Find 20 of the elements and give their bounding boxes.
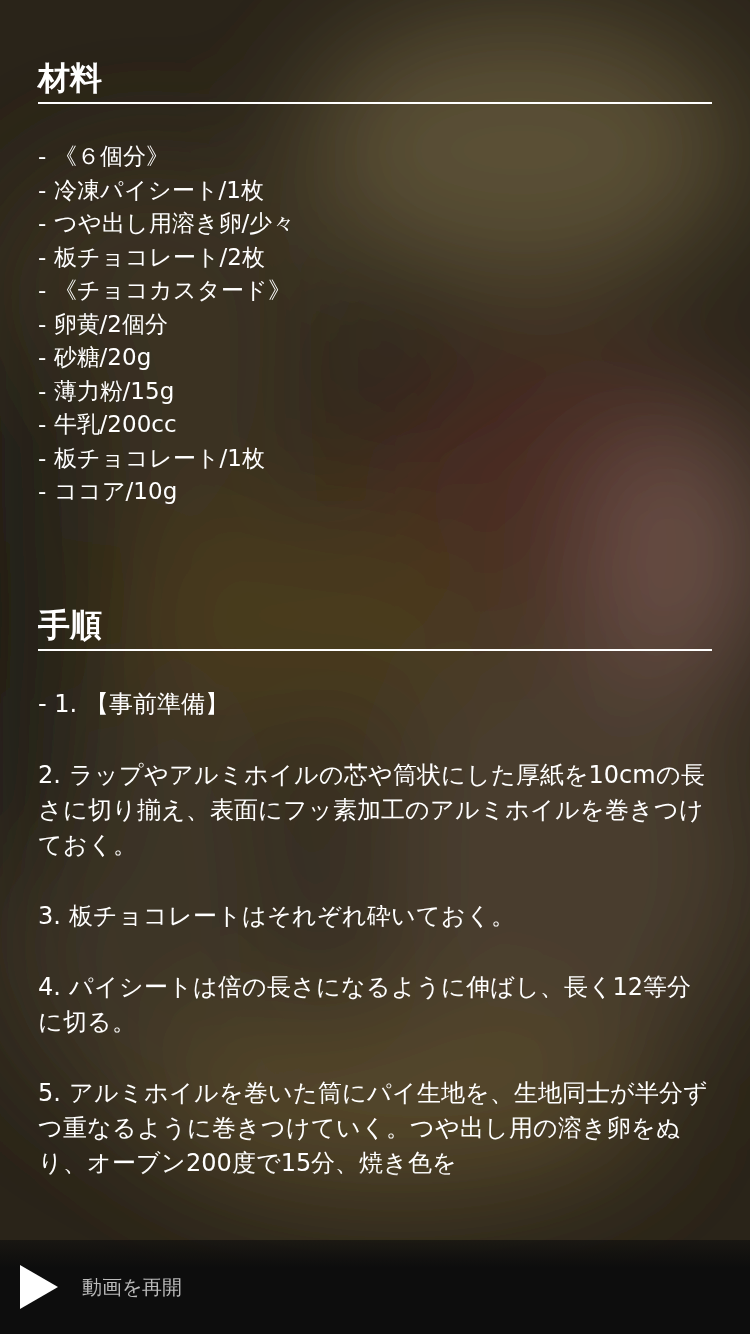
recipe-text: - 1. 【事前準備】 xyxy=(38,688,230,720)
section-heading: 材料 xyxy=(38,0,712,104)
recipe-text: - 板チョコレート/1枚 xyxy=(38,443,266,473)
recipe-text: - 牛乳/200cc xyxy=(38,410,178,439)
recipe-text: - 砂糖/20g xyxy=(38,343,153,372)
recipe-text: 4. パイシートは倍の長さになるように伸ばし、長く12等分に切る。 xyxy=(38,971,693,1038)
recipe-text: - 冷凍パイシート/1枚 xyxy=(38,175,265,205)
resume-video-label[interactable]: 動画を再開 xyxy=(82,1273,182,1301)
recipe-text: - 板チョコレート/2枚 xyxy=(38,242,266,272)
recipe-text: - ココア/10g xyxy=(38,477,179,506)
section-heading: 手順 xyxy=(38,604,712,651)
recipe-text: - 薄力粉/15g xyxy=(38,376,176,406)
recipe-text: - 《６個分》 xyxy=(38,142,170,171)
recipe-text: - 卵黄/2個分 xyxy=(38,309,169,339)
recipe-text: 5. アルミホイルを巻いた筒にパイ生地を、生地同士が半分ずつ重なるように巻きつけていく。つや出し用の溶き卵をぬり、オーブン200度で15分、焼き色を xyxy=(38,1077,709,1179)
recipe-text: 2. ラップやアルミホイルの芯や筒状にした厚紙を10cmの長さに切り揃え、表面にフッ素加工のアルミホイルを巻きつけておく。 xyxy=(38,759,706,861)
play-icon[interactable] xyxy=(20,1265,58,1309)
recipe-text: 3. 板チョコレートはそれぞれ砕いておく。 xyxy=(38,900,516,932)
recipe-text: - 《チョコカスタード》 xyxy=(38,276,292,305)
recipe-text: - つや出し用溶き卵/少々 xyxy=(38,209,297,238)
